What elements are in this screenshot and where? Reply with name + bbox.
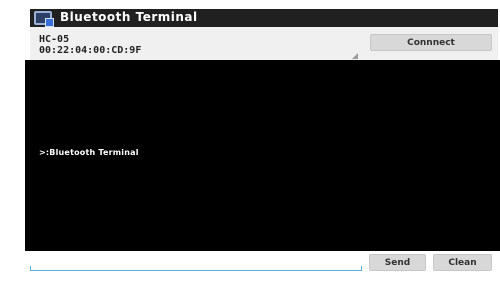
app-icon: [34, 11, 54, 27]
clean-button[interactable]: Clean: [433, 254, 492, 271]
input-underline: [30, 270, 362, 271]
title-bar: Bluetooth Terminal: [30, 9, 498, 27]
terminal-output: >:Bluetooth Terminal: [25, 60, 500, 251]
device-spinner[interactable]: HC-05 00:22:04:00:CD:9F: [39, 34, 141, 56]
message-input[interactable]: [30, 255, 368, 271]
spinner-indicator-icon: [352, 53, 358, 59]
connect-button[interactable]: Connnect: [370, 34, 492, 51]
message-input-wrapper[interactable]: [30, 255, 368, 271]
send-button[interactable]: Send: [369, 254, 426, 271]
device-address: 00:22:04:00:CD:9F: [39, 45, 142, 56]
terminal-line: >:Bluetooth Terminal: [39, 148, 139, 157]
app-title: Bluetooth Terminal: [60, 10, 198, 24]
input-tick-left: [30, 266, 31, 271]
device-name: HC-05: [39, 34, 70, 45]
input-tick-right: [361, 266, 362, 271]
